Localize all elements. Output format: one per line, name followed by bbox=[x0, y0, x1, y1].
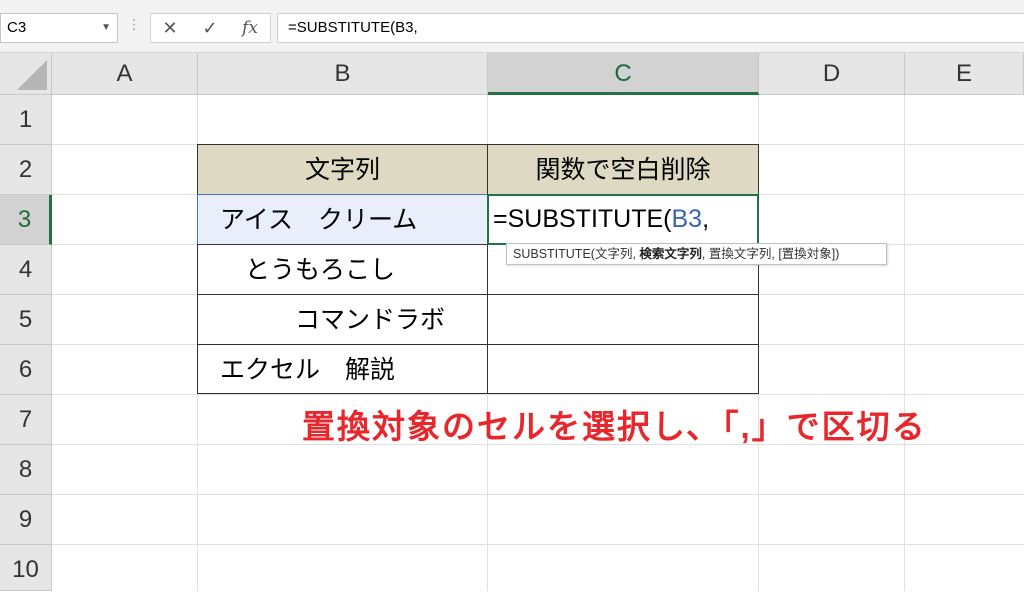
select-all-triangle-icon bbox=[17, 60, 47, 90]
cell-c6[interactable] bbox=[487, 344, 759, 394]
cell-b3[interactable]: アイス クリーム bbox=[197, 194, 488, 245]
row-header-5[interactable]: 5 bbox=[0, 295, 52, 345]
row-header-3[interactable]: 3 bbox=[0, 195, 52, 245]
enter-check-icon[interactable]: ✓ bbox=[190, 13, 230, 43]
column-header-a[interactable]: A bbox=[52, 53, 198, 95]
cell-b2-header[interactable]: 文字列 bbox=[197, 144, 488, 195]
column-header-e[interactable]: E bbox=[905, 53, 1024, 95]
row-header-7[interactable]: 7 bbox=[0, 395, 52, 445]
row-header-2[interactable]: 2 bbox=[0, 145, 52, 195]
column-header-c[interactable]: C bbox=[488, 53, 759, 95]
formula-bar: C3 ▼ ⋮ ✕ ✓ fx =SUBSTITUTE(B3, bbox=[0, 0, 1024, 53]
tooltip-rest: , 置換文字列, [置換対象]) bbox=[701, 247, 840, 261]
row-header-10[interactable]: 10 bbox=[0, 545, 52, 591]
cell-b6[interactable]: エクセル 解説 bbox=[197, 344, 488, 394]
cell-b4[interactable]: とうもろこし bbox=[197, 244, 488, 295]
column-header-b[interactable]: B bbox=[198, 53, 488, 95]
tooltip-current-arg: 検索文字列 bbox=[639, 247, 702, 261]
cell-reference: B3 bbox=[671, 205, 703, 233]
name-box-value: C3 bbox=[7, 19, 27, 36]
row-header-6[interactable]: 6 bbox=[0, 345, 52, 395]
cancel-icon[interactable]: ✕ bbox=[150, 13, 190, 43]
row-header-8[interactable]: 8 bbox=[0, 445, 52, 495]
name-box[interactable]: C3 ▼ bbox=[0, 13, 118, 43]
tooltip-arg1: 文字列, bbox=[594, 247, 640, 261]
chevron-down-icon[interactable]: ▼ bbox=[101, 14, 111, 42]
cell-c5[interactable] bbox=[487, 294, 759, 345]
insert-function-icon[interactable]: fx bbox=[230, 13, 270, 43]
gridline bbox=[52, 494, 1024, 495]
row-header-9[interactable]: 9 bbox=[0, 495, 52, 545]
formula-input[interactable]: =SUBSTITUTE(B3, bbox=[277, 13, 1024, 43]
column-header-d[interactable]: D bbox=[759, 53, 905, 95]
cell-c2-header[interactable]: 関数で空白削除 bbox=[487, 144, 759, 195]
row-header-1[interactable]: 1 bbox=[0, 95, 52, 145]
formula-text: =SUBSTITUTE( bbox=[493, 205, 672, 233]
row-header-4[interactable]: 4 bbox=[0, 245, 52, 295]
gridline bbox=[52, 544, 1024, 545]
gridline bbox=[904, 95, 905, 591]
cell-c3-editing[interactable]: =SUBSTITUTE(B3, bbox=[487, 194, 759, 245]
annotation-text: 置換対象のセルを選択し､「,」で区切る bbox=[302, 408, 927, 445]
formula-text-suffix: , bbox=[702, 205, 710, 233]
tooltip-func[interactable]: SUBSTITUTE( bbox=[513, 247, 595, 261]
more-icon[interactable]: ⋮ bbox=[127, 16, 141, 33]
cell-b5[interactable]: コマンドラボ bbox=[197, 294, 488, 345]
function-argument-tooltip: SUBSTITUTE(文字列, 検索文字列, 置換文字列, [置換対象]) bbox=[506, 243, 887, 265]
select-all-button[interactable] bbox=[0, 53, 52, 95]
gridline bbox=[52, 394, 1024, 395]
